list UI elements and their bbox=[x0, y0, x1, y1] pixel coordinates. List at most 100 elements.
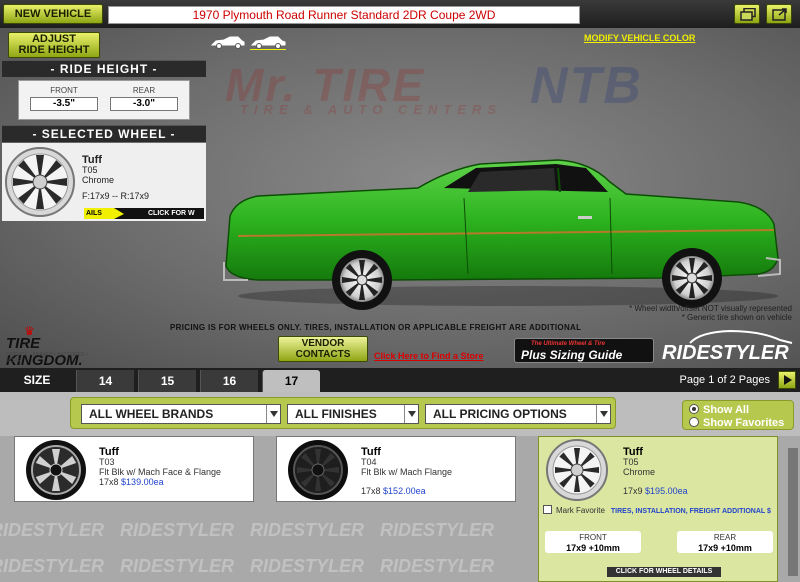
front-fitment-value: 17x9 +10mm bbox=[566, 543, 620, 553]
size-tabs-bar: SIZE 14 15 16 17 Page 1 of 2 Pages bbox=[0, 368, 800, 392]
grid-watermark: RIDESTYLER bbox=[250, 556, 365, 576]
restore-window-icon bbox=[740, 8, 756, 21]
popout-icon bbox=[772, 8, 787, 21]
ntb-watermark: NTB bbox=[530, 57, 643, 115]
play-arrow-icon bbox=[784, 375, 792, 385]
vehicle-view-toggle bbox=[210, 34, 290, 50]
plus-sizing-guide-button[interactable]: The Ultimate Wheel & Tire Plus Sizing Gu… bbox=[514, 338, 654, 363]
chevron-down-icon bbox=[266, 405, 280, 423]
chevron-down-icon bbox=[404, 405, 418, 423]
wheel-image bbox=[546, 439, 608, 501]
wheel-size: 17x8 bbox=[99, 477, 119, 487]
adjust-ride-height-button[interactable]: ADJUST RIDE HEIGHT bbox=[8, 32, 100, 58]
filter-group: ALL WHEEL BRANDS ALL FINISHES ALL PRICIN… bbox=[70, 397, 616, 429]
wheel-finish: Flt Blk w/ Mach Face & Flange bbox=[99, 467, 222, 477]
new-vehicle-button[interactable]: NEW VEHICLE bbox=[3, 4, 103, 24]
find-store-link[interactable]: Click Here to Find a Store bbox=[374, 351, 484, 361]
ride-front-value[interactable]: -3.5" bbox=[30, 97, 98, 111]
note-width-offset: * Wheel width/offset NOT visually repres… bbox=[629, 304, 792, 313]
grid-watermark: RIDESTYLER bbox=[380, 556, 495, 576]
size-tab-17[interactable]: 17 bbox=[262, 370, 320, 392]
tire-kingdom-tagline: SERVICE • BRAKES • BATTERIES • MORE bbox=[6, 352, 88, 364]
favorite-checkbox[interactable] bbox=[543, 505, 552, 514]
front-fitment-label: FRONT bbox=[579, 533, 607, 542]
vendor-contacts-button[interactable]: VENDOR CONTACTS bbox=[278, 336, 368, 362]
ride-height-header: - RIDE HEIGHT - bbox=[2, 60, 206, 77]
grid-watermark: RIDESTYLER bbox=[380, 520, 495, 540]
size-tab-15[interactable]: 15 bbox=[138, 370, 196, 392]
wheel-image bbox=[288, 440, 348, 500]
wheel-info: Tuff T04 Flt Blk w/ Mach Flange 17x8 $15… bbox=[361, 446, 511, 497]
ride-height-panel: FRONT -3.5" REAR -3.0" bbox=[18, 80, 190, 120]
next-page-button[interactable] bbox=[778, 371, 796, 389]
wheel-finish: Flt Blk w/ Mach Flange bbox=[361, 467, 453, 477]
rear-wheel bbox=[662, 248, 722, 308]
radio-unselected-icon bbox=[689, 417, 699, 427]
vehicle-render bbox=[223, 159, 781, 310]
modify-vehicle-color-link[interactable]: MODIFY VEHICLE COLOR bbox=[584, 33, 695, 43]
tire-kingdom-logo[interactable]: ♛ TIRE KINGDOM. SERVICE • BRAKES • BATTE… bbox=[6, 324, 102, 368]
wheel-info: Tuff T03 Flt Blk w/ Mach Face & Flange 1… bbox=[99, 446, 249, 488]
show-favorites-label: Show Favorites bbox=[703, 417, 785, 429]
mark-favorite-row[interactable]: Mark Favorite TIRES, INSTALLATION, FREIGH… bbox=[543, 505, 771, 515]
show-favorites-radio[interactable]: Show Favorites bbox=[689, 417, 784, 429]
wheel-card-selected[interactable]: Tuff T05 Chrome 17x9 $195.00ea Mark Favo… bbox=[538, 436, 778, 582]
rear-fitment-label: REAR bbox=[713, 533, 737, 542]
ride-rear-label: REAR bbox=[132, 86, 156, 95]
size-tab-14[interactable]: 14 bbox=[76, 370, 134, 392]
popout-button[interactable] bbox=[766, 4, 792, 24]
restore-window-button[interactable] bbox=[734, 4, 760, 24]
radio-selected-icon bbox=[689, 404, 699, 414]
ride-front-label: FRONT bbox=[50, 86, 78, 95]
pricing-note: PRICING IS FOR WHEELS ONLY. TIRES, INSTA… bbox=[170, 323, 582, 332]
wheel-brand: Tuff bbox=[361, 446, 381, 458]
selected-wheel-image bbox=[5, 147, 75, 217]
size-label: SIZE bbox=[23, 373, 51, 387]
pricing-ticker: TIRES, INSTALLATION, FREIGHT ADDITIONAL … bbox=[610, 508, 771, 515]
wheel-card[interactable]: Tuff T03 Flt Blk w/ Mach Face & Flange 1… bbox=[14, 436, 254, 502]
selected-wheel-finish: Chrome bbox=[82, 175, 115, 185]
pricing-options-select[interactable]: ALL PRICING OPTIONS bbox=[425, 404, 611, 424]
selected-wheel-panel[interactable]: Tuff T05 Chrome F:17x9 -- R:17x9 AILS CL… bbox=[2, 143, 206, 221]
ride-rear: REAR -3.0" bbox=[110, 86, 178, 111]
selected-wheel-header: - SELECTED WHEEL - bbox=[2, 125, 206, 142]
wheel-image bbox=[26, 440, 86, 500]
front-fitment: FRONT 17x9 +10mm bbox=[545, 531, 641, 553]
finishes-select[interactable]: ALL FINISHES bbox=[287, 404, 419, 424]
wheel-card[interactable]: Tuff T04 Flt Blk w/ Mach Flange 17x8 $15… bbox=[276, 436, 516, 502]
wheel-size: 17x8 bbox=[361, 486, 381, 496]
grid-watermark: RIDESTYLER bbox=[120, 520, 235, 540]
size-tab-16[interactable]: 16 bbox=[200, 370, 258, 392]
vehicle-title: 1970 Plymouth Road Runner Standard 2DR C… bbox=[108, 6, 580, 24]
car-side-view-icon[interactable] bbox=[210, 36, 245, 49]
page-info: Page 1 of 2 Pages bbox=[679, 374, 770, 386]
chevron-down-icon bbox=[596, 405, 610, 423]
wheel-price: $152.00ea bbox=[383, 486, 426, 496]
selected-wheel-sizes: F:17x9 -- R:17x9 bbox=[82, 191, 150, 201]
ridestyler-app: NEW VEHICLE 1970 Plymouth Road Runner St… bbox=[0, 0, 800, 582]
wheel-brands-select[interactable]: ALL WHEEL BRANDS bbox=[81, 404, 281, 424]
grid-watermark: RIDESTYLER bbox=[0, 520, 105, 540]
wheel-model: T04 bbox=[361, 457, 377, 467]
selected-wheel-details-ticker[interactable]: AILS CLICK FOR W bbox=[84, 208, 204, 219]
plus-guide-title: Plus Sizing Guide bbox=[521, 348, 623, 362]
show-all-label: Show All bbox=[703, 404, 750, 416]
ridestyler-logo-text: RIDESTYLER bbox=[662, 342, 789, 364]
ticker-right-text: CLICK FOR W bbox=[148, 210, 195, 217]
wheel-details-button[interactable]: CLICK FOR WHEEL DETAILS bbox=[607, 567, 721, 577]
front-wheel bbox=[332, 250, 392, 310]
render-notes: * Wheel width/offset NOT visually repres… bbox=[629, 304, 792, 322]
show-all-radio[interactable]: Show All bbox=[689, 404, 749, 416]
wheel-finish: Chrome bbox=[623, 467, 656, 477]
wheel-model: T03 bbox=[99, 457, 115, 467]
ridestyler-logo: RIDESTYLER bbox=[660, 329, 798, 364]
ticker-arrow-icon bbox=[114, 208, 124, 219]
car-angled-view-icon[interactable] bbox=[250, 36, 286, 50]
ride-rear-value[interactable]: -3.0" bbox=[110, 97, 178, 111]
plus-guide-tagline: The Ultimate Wheel & Tire bbox=[531, 341, 605, 347]
wheel-brand: Tuff bbox=[99, 446, 119, 458]
selected-wheel-info: Tuff T05 Chrome F:17x9 -- R:17x9 bbox=[82, 155, 150, 202]
wheel-grid-scrollbar[interactable] bbox=[788, 448, 798, 576]
ticker-left-text: AILS bbox=[84, 208, 114, 219]
show-filter-group: Show All Show Favorites bbox=[682, 400, 794, 430]
